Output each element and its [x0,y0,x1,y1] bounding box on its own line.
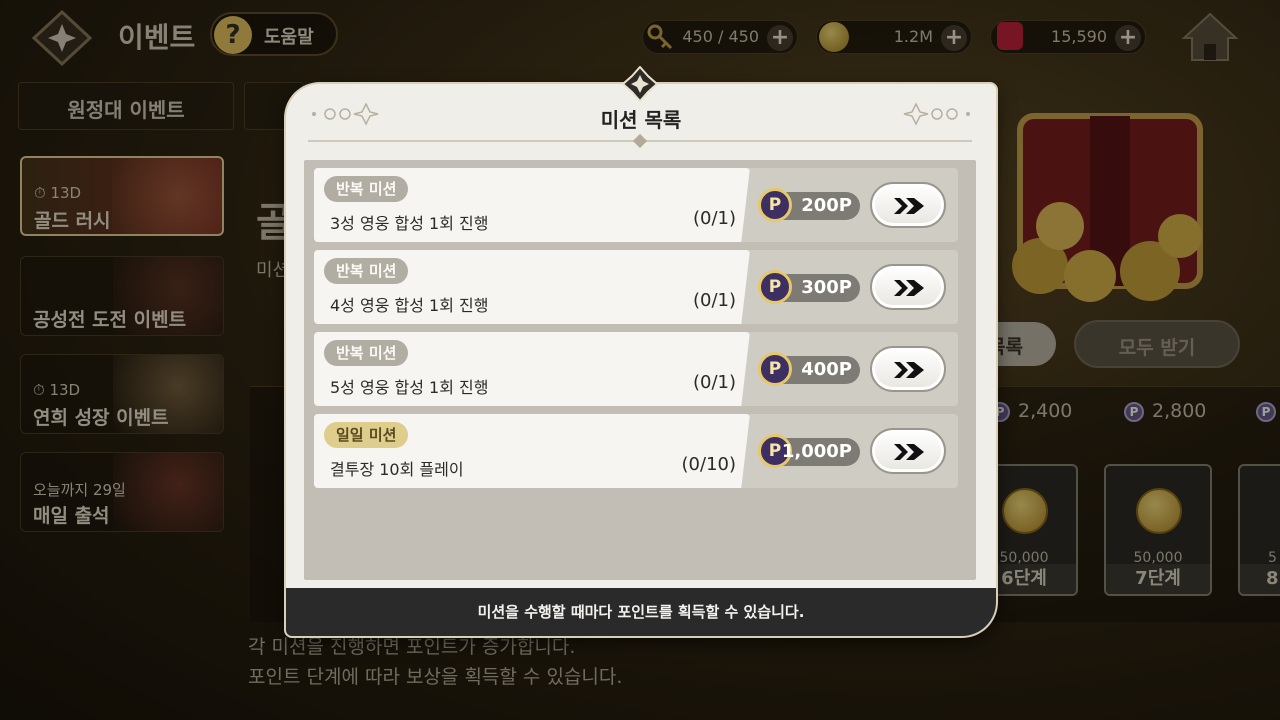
mission-body: 반복 미션 4성 영웅 합성 1회 진행 (0/1) [314,250,750,324]
mission-type-tag: 반복 미션 [324,340,409,366]
mission-description: 3성 영웅 합성 1회 진행 [330,214,489,233]
reward-points: P 300P [758,270,860,304]
point-coin-icon: P [758,270,792,304]
reward-value: 300P [801,277,852,298]
double-arrow-right-icon [894,280,924,296]
modal-top-gem-icon [622,66,658,102]
mission-list[interactable]: 반복 미션 3성 영웅 합성 1회 진행 (0/1) P 200P 반복 미션 … [304,160,976,580]
divider-gem-icon [632,133,648,149]
mission-description: 결투장 10회 플레이 [330,460,464,479]
footer-hint: 미션을 수행할 때마다 포인트를 획득할 수 있습니다. [477,603,805,621]
mission-row: 반복 미션 5성 영웅 합성 1회 진행 (0/1) P 400P [314,332,958,406]
reward-points: P 400P [758,352,860,386]
double-arrow-right-icon [894,198,924,214]
mission-list-modal: 미션 목록 반복 미션 3성 영웅 합성 1회 진행 (0/1) P 200P [286,84,996,636]
reward-points: P 1,000P [758,434,860,468]
go-button[interactable] [870,428,946,474]
reward-value: 200P [801,195,852,216]
mission-row: 반복 미션 4성 영웅 합성 1회 진행 (0/1) P 300P [314,250,958,324]
mission-type-tag: 일일 미션 [324,422,409,448]
mission-description: 5성 영웅 합성 1회 진행 [330,378,489,397]
mission-progress: (0/1) [692,208,736,229]
go-button[interactable] [870,346,946,392]
double-arrow-right-icon [894,444,924,460]
mission-body: 반복 미션 3성 영웅 합성 1회 진행 (0/1) [314,168,750,242]
reward-value: 1,000P [781,441,852,462]
go-button[interactable] [870,264,946,310]
mission-body: 반복 미션 5성 영웅 합성 1회 진행 (0/1) [314,332,750,406]
point-coin-icon: P [758,352,792,386]
point-coin-icon: P [758,188,792,222]
mission-progress: (0/1) [692,372,736,393]
mission-row: 반복 미션 3성 영웅 합성 1회 진행 (0/1) P 200P [314,168,958,242]
mission-type-tag: 반복 미션 [324,176,409,202]
mission-type-tag: 반복 미션 [324,258,409,284]
reward-value: 400P [801,359,852,380]
mission-body: 일일 미션 결투장 10회 플레이 (0/10) [314,414,750,488]
mission-row: 일일 미션 결투장 10회 플레이 (0/10) P 1,000P [314,414,958,488]
mission-description: 4성 영웅 합성 1회 진행 [330,296,489,315]
modal-title: 미션 목록 [600,108,682,132]
mission-progress: (0/1) [692,290,736,311]
modal-footer: 미션을 수행할 때마다 포인트를 획득할 수 있습니다. [286,588,996,636]
reward-points: P 200P [758,188,860,222]
double-arrow-right-icon [894,362,924,378]
go-button[interactable] [870,182,946,228]
mission-progress: (0/10) [681,454,736,475]
